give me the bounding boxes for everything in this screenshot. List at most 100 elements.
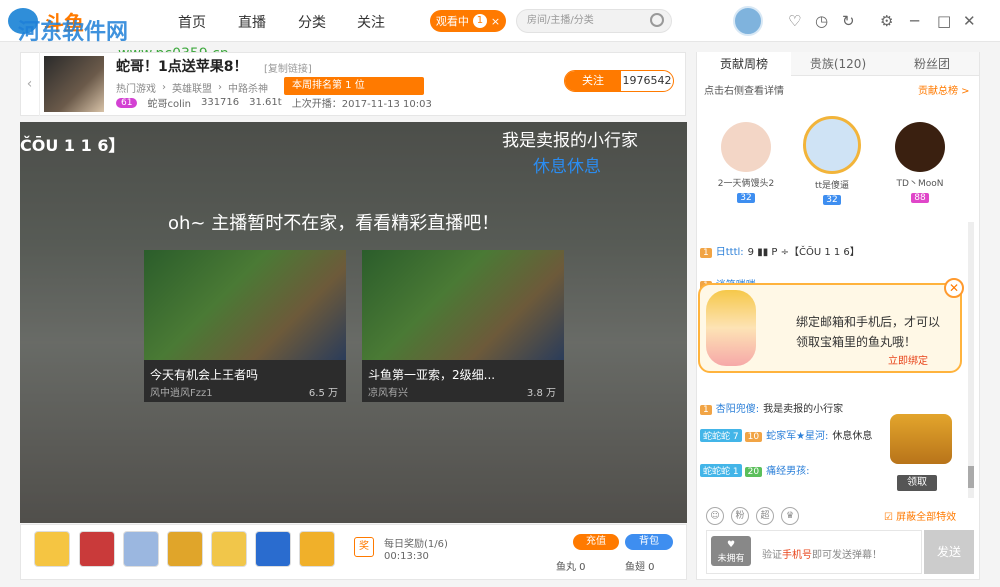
maximize-icon[interactable]: □	[937, 12, 951, 30]
host-avatar[interactable]	[44, 56, 104, 112]
daily-reward-icon[interactable]: 奖	[354, 537, 374, 557]
contributor-badge: 32	[737, 193, 755, 203]
send-button[interactable]: 发送	[924, 530, 974, 574]
fan-badge: 蛇蛇蛇 7	[700, 429, 742, 442]
verify-phone-link[interactable]: 手机号	[782, 550, 812, 561]
contributor-badge: 32	[823, 195, 841, 205]
recharge-button[interactable]: 充值	[573, 534, 619, 550]
tab-weekly-contribution[interactable]: 贡献周榜	[697, 52, 791, 76]
room-title: 蛇哥！1点送苹果8！	[116, 59, 248, 75]
host-name[interactable]: 蛇哥colin	[147, 95, 191, 110]
top-contributor-2[interactable]: 2一天俩馒头2 32	[716, 122, 776, 203]
avatar[interactable]	[803, 116, 861, 174]
search-input[interactable]: 房间/主播/分类	[516, 9, 672, 33]
watching-close-icon[interactable]: ×	[491, 15, 500, 28]
gift-car-icon[interactable]	[255, 531, 291, 567]
settings-icon[interactable]: ⚙	[880, 12, 893, 30]
click-tip: 点击右侧查看详情	[704, 86, 784, 97]
chat-message: 蛇蛇蛇 1 20 痛经男孩:	[700, 462, 813, 477]
follow-control[interactable]: 关注 1976542	[564, 70, 674, 92]
top-contributor-3[interactable]: TD丶MooN 88	[890, 122, 950, 203]
chat-message: 1 杏阳兜傻: 我是卖报的小行家	[700, 400, 843, 415]
nav-home[interactable]: 首页	[178, 12, 206, 32]
chat-message: 1 日tttl: 9 ▮▮ P ÷【ČŌU 1 1 6】	[700, 243, 860, 258]
gift-show-icon[interactable]	[211, 531, 247, 567]
host-level-badge: 61	[116, 97, 138, 108]
gift-rocket-plane-icon[interactable]	[34, 531, 70, 567]
close-window-icon[interactable]: ✕	[963, 12, 976, 30]
popup-text-line1: 绑定邮箱和手机后，才可以	[796, 315, 941, 329]
recommend-card[interactable]: 今天有机会上王者吗 风中逍风Fzz1 6.5 万	[144, 250, 346, 402]
chat-text: 9 ▮▮ P ÷【ČŌU 1 1 6】	[747, 247, 860, 258]
emoji-icon[interactable]: ☺	[706, 507, 724, 525]
crumb-hot-games[interactable]: 热门游戏	[116, 80, 156, 95]
contributor-badge: 88	[911, 193, 929, 203]
favorite-icon[interactable]: ♡	[788, 12, 801, 30]
watermark-text: 河东软件网	[18, 20, 129, 45]
crown-icon[interactable]: ♛	[781, 507, 799, 525]
recommend-thumbnail[interactable]	[144, 250, 346, 360]
chat-username[interactable]: 蛇家军★星河:	[766, 431, 828, 442]
recommend-thumbnail[interactable]	[362, 250, 564, 360]
gift-badge-icon[interactable]	[299, 531, 335, 567]
crumb-mid[interactable]: 中路杀神	[228, 80, 268, 95]
host-meta: 61 蛇哥colin 331716 31.61t 上次开播：2017-11-13…	[116, 95, 432, 110]
video-caption-1: 我是卖报的小行家	[502, 131, 638, 151]
chat-text: 我是卖报的小行家	[763, 404, 844, 415]
recommend-card[interactable]: 斗鱼第一亚索，2级细... 凉风有兴 3.8 万	[362, 250, 564, 402]
search-icon[interactable]	[650, 13, 664, 27]
weekly-rank-badge[interactable]: 本周排名第 1 位	[284, 77, 424, 95]
total-rank-link[interactable]: 贡献总榜 >	[918, 82, 970, 97]
user-level-badge: 10	[744, 432, 763, 442]
top-contributor-1[interactable]: tt是傻逼 32	[802, 116, 862, 205]
unowned-label: 未拥有	[717, 554, 745, 564]
chat-scroll-thumb[interactable]	[968, 466, 974, 488]
fan-emoji-icon[interactable]: 粉	[731, 507, 749, 525]
user-level-badge: 1	[700, 405, 712, 415]
history-icon[interactable]: ◷	[815, 12, 828, 30]
chat-username[interactable]: 日tttl:	[716, 247, 744, 258]
copy-link-button[interactable]: [复制链接]	[264, 60, 312, 75]
block-effects-label: 屏蔽全部特效	[896, 512, 957, 523]
crumb-lol[interactable]: 英雄联盟	[172, 80, 212, 95]
follow-button[interactable]: 关注	[565, 71, 621, 91]
super-danmu-icon[interactable]: 超	[756, 507, 774, 525]
video-caption-2: 休息休息	[533, 157, 601, 177]
gift-rocket-icon[interactable]	[79, 531, 115, 567]
avatar[interactable]	[721, 122, 771, 172]
nav-follow[interactable]: 关注	[357, 12, 385, 32]
avatar[interactable]	[895, 122, 945, 172]
gift-jet-icon[interactable]	[123, 531, 159, 567]
user-avatar[interactable]	[733, 6, 763, 36]
audience-count: 331716	[200, 97, 240, 108]
minimize-icon[interactable]: ─	[910, 12, 919, 30]
recommend-views: 3.8 万	[526, 388, 556, 399]
claim-button[interactable]: 领取	[897, 475, 937, 491]
nav-live[interactable]: 直播	[238, 12, 266, 32]
chat-username[interactable]: 痛经男孩:	[766, 466, 809, 477]
chat-username[interactable]: 杏阳兜傻:	[716, 404, 759, 415]
recommend-user: 凉风有兴	[368, 388, 408, 399]
recommend-title: 斗鱼第一亚索，2级细...	[368, 368, 496, 382]
backpack-button[interactable]: 背包	[625, 534, 673, 550]
video-player[interactable]	[20, 122, 687, 523]
block-effects-checkbox[interactable]: ☑ 屏蔽全部特效	[884, 508, 956, 523]
chat-scrollbar[interactable]	[968, 222, 974, 498]
mascot-image	[706, 290, 756, 366]
tab-fan-club[interactable]: 粉丝团	[885, 52, 979, 76]
fan-badge-slot[interactable]: ♥ 未拥有	[711, 536, 751, 566]
watching-badge[interactable]: 观看中 1 ×	[430, 10, 506, 32]
close-icon[interactable]: ✕	[944, 278, 964, 298]
nav-category[interactable]: 分类	[298, 12, 326, 32]
recommend-user: 风中逍风Fzz1	[150, 388, 213, 399]
gift-gold-bar-icon[interactable]	[167, 531, 203, 567]
refresh-icon[interactable]: ↻	[842, 12, 855, 30]
treasure-chest-icon[interactable]	[890, 414, 952, 464]
video-room-tag: ČŌU 1 1 6】	[20, 136, 125, 155]
tab-nobility[interactable]: 贵族(120)	[791, 52, 885, 76]
chevron-left-icon[interactable]: ‹	[20, 52, 40, 116]
contributor-name: tt是傻逼	[814, 181, 850, 191]
chat-text: 休息休息	[832, 431, 873, 442]
bind-now-link[interactable]: 立即绑定	[888, 352, 928, 367]
last-live-time: 上次开播：2017-11-13 10:03	[291, 99, 432, 110]
